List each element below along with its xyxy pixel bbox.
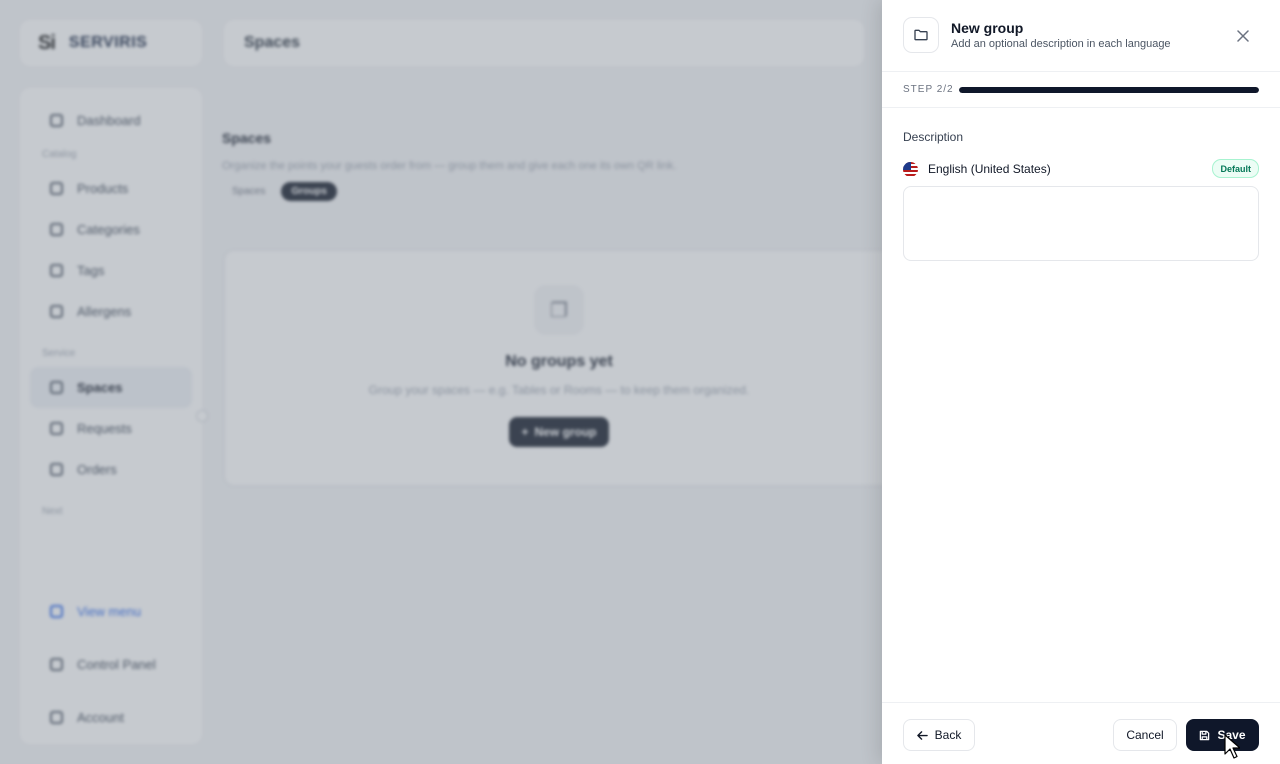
cancel-button[interactable]: Cancel xyxy=(1113,719,1177,751)
cancel-button-label: Cancel xyxy=(1126,728,1164,742)
drawer-footer: Back Cancel Save xyxy=(882,702,1280,764)
folder-icon xyxy=(903,17,939,53)
save-button[interactable]: Save xyxy=(1186,719,1259,751)
drawer-body: Description English (United States) Defa… xyxy=(903,130,1259,266)
step-progress-fill xyxy=(959,87,1259,93)
description-textarea[interactable] xyxy=(903,186,1259,261)
arrow-left-icon xyxy=(916,730,928,740)
language-row: English (United States) Default xyxy=(903,159,1259,178)
step-indicator: STEP 2/2 xyxy=(882,72,1280,108)
language-name: English (United States) xyxy=(928,162,1051,176)
save-icon xyxy=(1200,730,1210,740)
back-button-label: Back xyxy=(934,728,962,742)
save-button-label: Save xyxy=(1217,728,1246,742)
drawer-title: New group xyxy=(951,20,1024,36)
new-group-drawer: New group Add an optional description in… xyxy=(882,0,1280,764)
description-label: Description xyxy=(903,130,964,144)
default-badge: Default xyxy=(1212,159,1259,178)
step-progress-track xyxy=(959,87,1259,93)
back-button[interactable]: Back xyxy=(903,719,975,751)
step-label: STEP 2/2 xyxy=(903,84,954,95)
us-flag-icon xyxy=(903,161,918,177)
drawer-header: New group Add an optional description in… xyxy=(882,0,1280,72)
drawer-subtitle: Add an optional description in each lang… xyxy=(951,38,1171,50)
close-icon[interactable] xyxy=(1234,27,1252,45)
